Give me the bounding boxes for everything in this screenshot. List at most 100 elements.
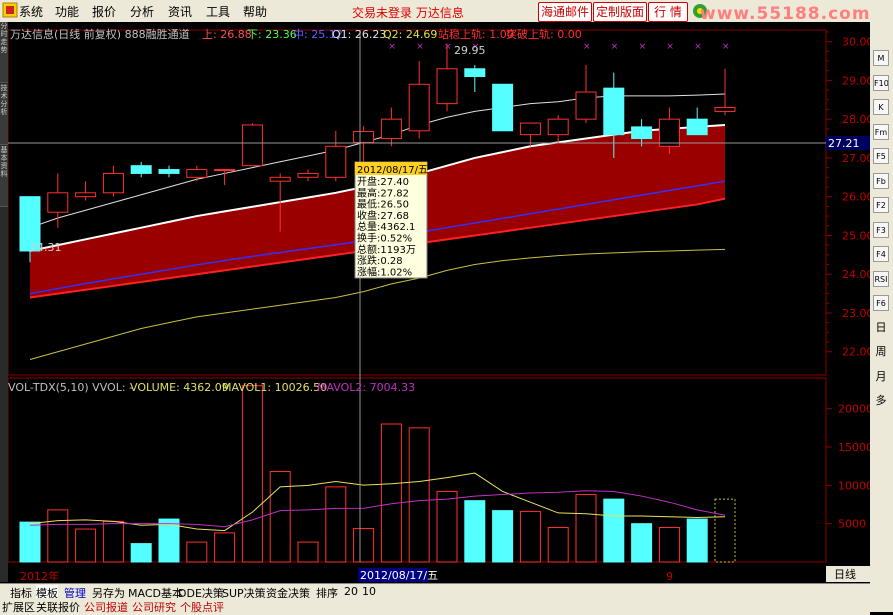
price-tick-label: 29.00 [842, 74, 870, 87]
signal-mark: × [388, 42, 396, 52]
volume-bar [19, 521, 41, 563]
lower-band-label: 下: 23.36 [247, 28, 297, 41]
volume-bar [102, 520, 124, 563]
kline-chart[interactable]: 22.00 23.00 24.00 25.00 26.00 27.00 28.00 29.00… [8, 22, 870, 584]
chart-title: 万达信息(日线 前复权) 888融胜通道 [10, 27, 190, 41]
tool-rsi[interactable]: RSI [873, 270, 889, 287]
signal-mark: × [639, 42, 647, 52]
custom-layout-button[interactable]: 定制版面 [593, 2, 647, 22]
signal-mark: × [611, 42, 619, 52]
haitong-mail-button[interactable]: 海通邮件 [538, 2, 592, 22]
volume-bar [325, 486, 347, 563]
extension-tab[interactable]: 公司研究 [130, 599, 178, 615]
signal-mark: × [416, 42, 424, 52]
tool-日[interactable]: 日 [873, 320, 889, 336]
tool-m[interactable]: M [873, 50, 889, 66]
volume-bar [241, 385, 263, 563]
tool-fb[interactable]: Fb [873, 172, 889, 189]
menu-quote[interactable]: 报价 [92, 3, 116, 20]
price-tick-label: 30.00 [842, 36, 870, 49]
vol-indicator-name: VOL-TDX(5,10) VVOL: - [8, 381, 133, 394]
tab-fundamentals[interactable]: 基本资料 [0, 146, 8, 207]
tool-f10[interactable]: F10 [873, 74, 889, 91]
ohlc-tooltip: 2012/08/17/五 开盘:27.40最高:27.82最低:26.50收盘:… [354, 161, 428, 279]
candle-body [714, 107, 736, 112]
indicator-tab[interactable]: 20 [344, 585, 358, 598]
signal-mark: × [694, 42, 702, 52]
menu-analysis[interactable]: 分析 [130, 3, 154, 20]
tooltip-row: 最低:26.50 [357, 198, 409, 211]
tool-多[interactable]: 多 [873, 393, 889, 409]
tab-technical[interactable]: 技术分析 [0, 84, 8, 145]
tooltip-row: 换手:0.52% [357, 232, 412, 245]
volume-tick-label: 20000 [838, 403, 870, 416]
candle-body [547, 118, 569, 136]
tool-f6[interactable]: F6 [873, 295, 889, 311]
menu-system[interactable]: 系统 [19, 3, 43, 20]
menu-help[interactable]: 帮助 [243, 3, 267, 20]
menu-tools[interactable]: 工具 [206, 3, 230, 20]
tab-intraday[interactable]: 分时走势 [0, 22, 8, 83]
upper-band-label: 上: 26.88 [202, 28, 252, 41]
mavol1-label: MAVOL1: 10026.50 [222, 381, 327, 394]
month-label: 9 [666, 570, 673, 583]
menu-bar: 系统 功能 报价 分析 资讯 工具 帮助 交易未登录 万达信息 海通邮件 定制版… [0, 0, 893, 24]
tool-f2[interactable]: F2 [873, 197, 889, 213]
crosshair-price-label: 27.21 [828, 137, 860, 150]
candle-body [686, 118, 708, 136]
stable-label: 站稳上轨: 1.00 [438, 27, 514, 41]
volume-bar [75, 528, 97, 563]
tooltip-date: 2012/08/17/五 [357, 165, 428, 176]
app-logo-icon[interactable] [2, 2, 18, 18]
tool-f3[interactable]: F3 [873, 221, 889, 238]
volume-bar [631, 523, 653, 563]
tool-周[interactable]: 周 [873, 344, 889, 360]
volume-bar [214, 532, 236, 563]
candle-body [464, 68, 486, 78]
signal-mark: × [444, 42, 452, 52]
volume-tick-label: 15000 [838, 441, 870, 454]
volume-bar [603, 498, 625, 563]
extension-tab[interactable]: 扩展区 [0, 599, 37, 615]
low-price-label: 24.31 [30, 241, 62, 254]
candle-body [130, 165, 152, 174]
price-tick-label: 24.00 [842, 268, 870, 281]
extension-tab[interactable]: 关联报价 [34, 599, 82, 615]
tool-月[interactable]: 月 [873, 369, 889, 385]
candle-body [353, 131, 375, 143]
market-button[interactable]: 行 情 [648, 2, 688, 22]
tooltip-row: 涨幅:1.02% [357, 265, 412, 278]
tool-k[interactable]: K [873, 99, 889, 115]
candle-body [631, 126, 653, 140]
price-tick-label: 22.00 [842, 346, 870, 359]
volume-bar [186, 541, 208, 563]
menu-info[interactable]: 资讯 [168, 3, 192, 20]
extension-tab[interactable]: 公司报道 [82, 599, 130, 615]
candle-body [519, 122, 541, 136]
tooltip-row: 总量:4362.1 [357, 220, 415, 233]
candle-body [575, 91, 597, 120]
extension-tab[interactable]: 个股点评 [178, 599, 226, 615]
tooltip-row: 涨跌:0.28 [357, 254, 403, 267]
indicator-tab[interactable]: 10 [362, 585, 376, 598]
extension-tabs-bar: 扩展区 关联报价 公司报道 公司研究 个股点评 [0, 598, 870, 615]
tool-f5[interactable]: F5 [873, 148, 889, 164]
volume-bar [130, 543, 152, 563]
q2-label: Q2: 24.69 [383, 28, 437, 41]
candle-body [325, 145, 347, 178]
vol-value-label: VOLUME: 4362.09 [130, 381, 229, 394]
crosshair-date-label: 2012/08/17/五 [360, 569, 438, 582]
candle-body [186, 169, 208, 178]
volume-bar [547, 527, 569, 563]
price-tick-label: 25.00 [842, 229, 870, 242]
price-tick-label: 27.00 [842, 152, 870, 165]
menu-function[interactable]: 功能 [55, 3, 79, 20]
volume-bar [658, 527, 680, 563]
tool-fm[interactable]: Fm [873, 123, 889, 140]
candle-body [408, 83, 430, 132]
tooltip-row: 开盘:27.40 [357, 175, 409, 188]
right-toolbar: M F10 K Fm F5 Fb F2 F3 F4 RSI F6 日周月多 [870, 22, 893, 612]
tool-f4[interactable]: F4 [873, 246, 889, 262]
tooltip-row: 收盘:27.68 [357, 209, 409, 222]
candle-body [102, 172, 124, 194]
